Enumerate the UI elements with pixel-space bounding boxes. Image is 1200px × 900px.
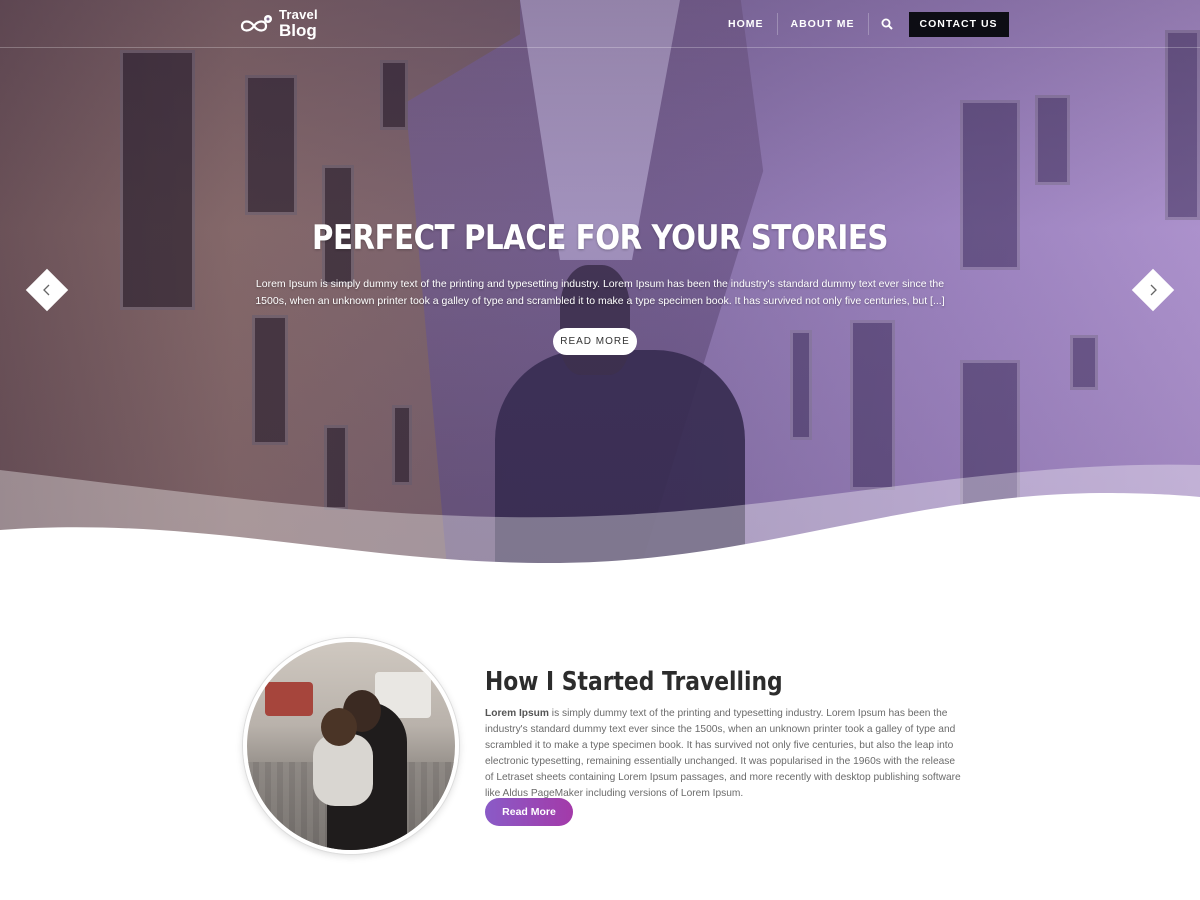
site-header: Travel Blog HOME ABOUT ME CONTACT US — [0, 0, 1200, 48]
chevron-right-icon — [1150, 284, 1157, 296]
hero-description: Lorem Ipsum is simply dummy text of the … — [255, 278, 945, 307]
feature-photo — [243, 638, 459, 854]
photo-red-car — [265, 682, 313, 716]
contact-us-button[interactable]: CONTACT US — [908, 11, 1009, 37]
infinity-pin-icon — [240, 15, 272, 32]
feature-title: How I Started Travelling — [485, 667, 783, 697]
nav-about-me[interactable]: ABOUT ME — [778, 11, 868, 37]
feature-text-body: is simply dummy text of the printing and… — [485, 708, 961, 799]
logo-line-2: Blog — [279, 21, 317, 40]
site-logo[interactable]: Travel Blog — [238, 8, 318, 40]
slider-prev-button[interactable] — [25, 268, 69, 312]
logo-line-1: Travel — [279, 7, 318, 22]
search-button[interactable] — [869, 11, 905, 37]
feature-text: Lorem Ipsum is simply dummy text of the … — [485, 706, 965, 802]
photo-child-head — [321, 708, 357, 746]
hero-wave-divider — [0, 464, 1200, 570]
search-icon — [881, 18, 893, 30]
feature-read-more-button[interactable]: Read More — [485, 798, 573, 826]
logo-text: Travel Blog — [279, 8, 318, 40]
slider-next-button[interactable] — [1131, 268, 1175, 312]
main-nav: HOME ABOUT ME CONTACT US — [715, 11, 1009, 37]
hero-slider: Travel Blog HOME ABOUT ME CONTACT US PER… — [0, 0, 1200, 570]
nav-home[interactable]: HOME — [715, 11, 777, 37]
hero-read-more-button[interactable]: READ MORE — [553, 328, 637, 355]
hero-title: PERFECT PLACE FOR YOUR STORIES — [311, 218, 889, 258]
feature-text-lead: Lorem Ipsum — [485, 708, 549, 719]
chevron-left-icon — [43, 284, 50, 296]
